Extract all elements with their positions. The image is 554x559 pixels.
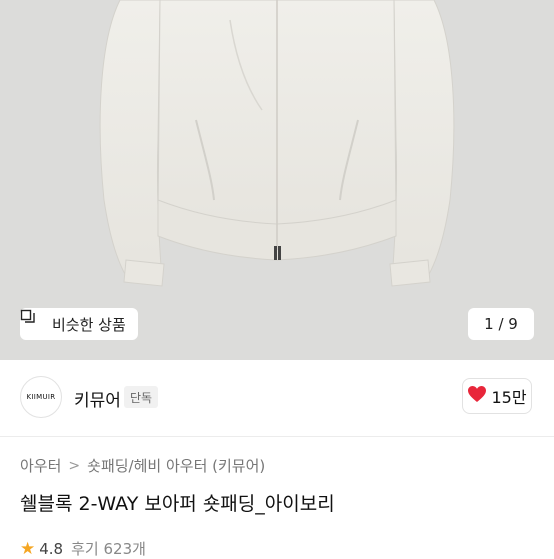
similar-items-button[interactable]: 비슷한 상품: [20, 308, 138, 340]
similar-items-icon: [20, 309, 46, 332]
rating-value: 4.8: [39, 539, 64, 558]
rating-row[interactable]: ★ 4.8 후기 623개: [20, 538, 146, 559]
product-image[interactable]: 비슷한 상품 1 / 9: [0, 0, 554, 360]
brand-row: KIIMUIR 키뮤어 단독 15만: [0, 360, 554, 436]
brand-logo[interactable]: KIIMUIR: [20, 376, 62, 418]
chevron-right-icon: >: [68, 457, 81, 474]
breadcrumb-item-padding[interactable]: 숏패딩/헤비 아우터 (키뮤어): [87, 455, 265, 476]
similar-items-label: 비슷한 상품: [52, 315, 126, 334]
product-title: 쉘블록 2-WAY 보아퍼 숏패딩_아이보리: [20, 493, 335, 515]
divider: [0, 436, 554, 437]
brand-name[interactable]: 키뮤어: [74, 386, 121, 411]
image-pager: 1 / 9: [468, 308, 534, 340]
review-count: 후기 623개: [71, 540, 146, 558]
breadcrumb: 아우터 > 숏패딩/헤비 아우터 (키뮤어): [20, 455, 265, 476]
exclusive-badge: 단독: [124, 386, 159, 408]
star-icon: ★: [20, 538, 36, 559]
like-button[interactable]: 15만: [462, 378, 532, 414]
heart-icon: [467, 385, 487, 407]
jacket-photo: [99, 0, 455, 287]
brand-logo-text: KIIMUIR: [26, 393, 56, 401]
like-count: 15만: [491, 388, 527, 407]
breadcrumb-item-outer[interactable]: 아우터: [20, 455, 61, 476]
